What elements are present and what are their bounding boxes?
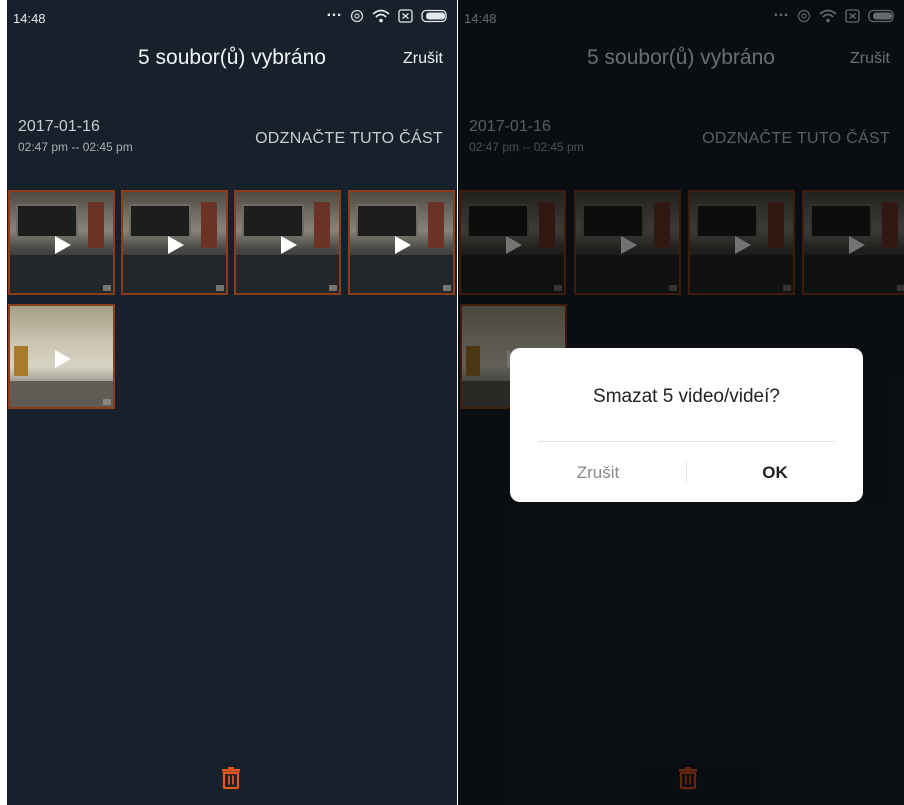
dialog-cancel-button[interactable]: Zrušit: [510, 463, 686, 483]
status-time: 14:48: [13, 11, 46, 26]
video-thumbnail[interactable]: [234, 190, 341, 295]
dots-icon: …: [326, 3, 342, 20]
video-thumbnail[interactable]: [348, 190, 455, 295]
sim-icon: [398, 9, 413, 23]
gallery-screen-delete-dialog: 14:48 … 5 soubor(ů) vybráno Zrušit 2017-…: [458, 0, 904, 805]
play-icon: [395, 236, 411, 254]
battery-icon: [421, 9, 447, 23]
play-icon: [281, 236, 297, 254]
deselect-section-button[interactable]: ODZNAČTE TUTO ČÁST: [255, 130, 443, 148]
cancel-button[interactable]: Zrušit: [403, 50, 443, 68]
delete-confirm-dialog: Smazat 5 video/videí? Zrušit OK: [510, 348, 863, 502]
dialog-divider: [538, 441, 835, 442]
dialog-message: Smazat 5 video/videí?: [593, 386, 780, 407]
selection-header: 5 soubor(ů) vybráno Zrušit: [7, 40, 457, 80]
wifi-icon: [372, 9, 390, 23]
trash-icon[interactable]: [221, 767, 241, 789]
play-icon: [168, 236, 184, 254]
play-icon: [55, 350, 71, 368]
play-icon: [55, 236, 71, 254]
sync-icon: [350, 9, 364, 23]
video-thumbnail[interactable]: [121, 190, 228, 295]
dialog-ok-button[interactable]: OK: [687, 463, 863, 483]
video-thumbnail[interactable]: [8, 190, 115, 295]
gallery-screen-selection: 14:48 … 5 soubor(ů) vybráno Zrušit 2017-…: [7, 0, 457, 805]
section-time-range: 02:47 pm -- 02:45 pm: [18, 140, 133, 154]
page-title: 5 soubor(ů) vybráno: [138, 46, 326, 69]
section-header: 2017-01-16 02:47 pm -- 02:45 pm ODZNAČTE…: [7, 118, 457, 166]
status-bar: 14:48 …: [7, 0, 457, 36]
video-thumbnail[interactable]: [8, 304, 115, 409]
section-date: 2017-01-16: [18, 118, 100, 135]
